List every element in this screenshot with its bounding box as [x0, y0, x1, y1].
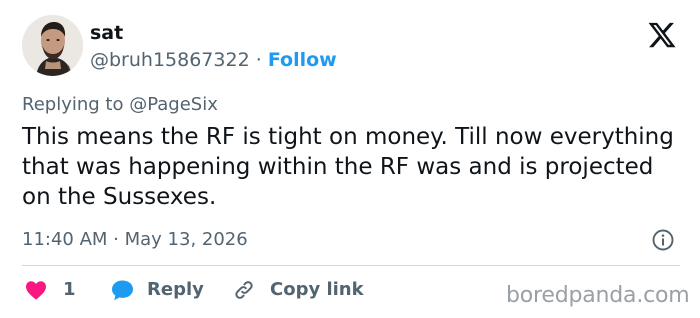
heart-icon	[26, 281, 46, 300]
divider	[22, 265, 680, 266]
copy-link-label: Copy link	[270, 279, 364, 300]
reply-button[interactable]: Reply	[110, 278, 210, 302]
tweet-text: This means the RF is tight on money. Til…	[22, 124, 674, 210]
like-count: 1	[63, 279, 76, 300]
link-icon	[235, 281, 253, 299]
copy-link-button[interactable]: Copy link	[232, 278, 372, 302]
like-button[interactable]: 1	[24, 278, 84, 302]
info-icon[interactable]	[651, 228, 675, 252]
reply-context: Replying to @PageSix	[22, 94, 218, 115]
reply-bubble-icon	[112, 280, 133, 301]
reply-label: Reply	[147, 279, 204, 300]
handle-separator: ·	[255, 49, 262, 71]
avatar[interactable]	[22, 15, 83, 76]
user-handle[interactable]: @bruh15867322	[90, 49, 250, 71]
display-name[interactable]: sat	[90, 21, 123, 45]
handle-row: @bruh15867322 · Follow	[90, 48, 337, 72]
timestamp[interactable]: 11:40 AM · May 13, 2026	[22, 228, 248, 252]
watermark: boredpanda.com	[506, 283, 690, 308]
follow-button[interactable]: Follow	[268, 49, 337, 71]
x-logo-icon[interactable]	[646, 20, 678, 50]
